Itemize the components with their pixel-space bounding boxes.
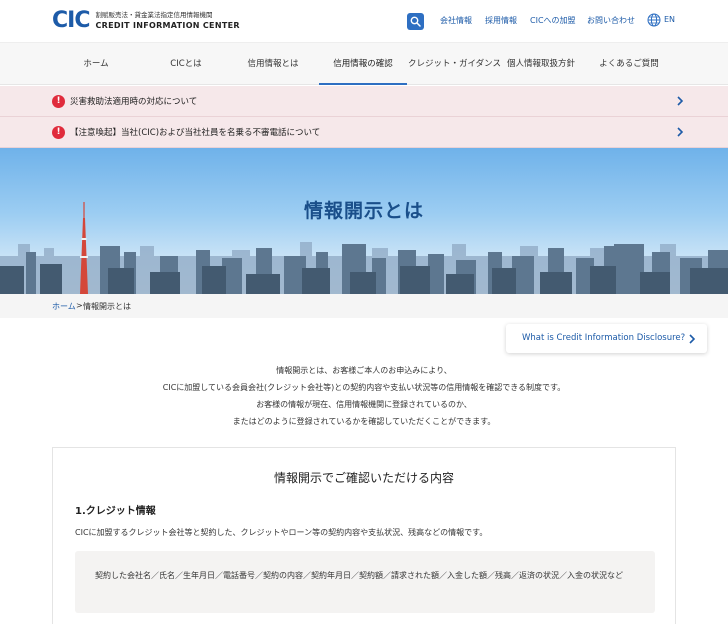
section-items-text: 契約した会社名／氏名／生年月日／電話番号／契約の内容／契約年月日／契約額／請求さ… xyxy=(95,571,623,580)
util-link-recruit[interactable]: 採用情報 xyxy=(485,15,517,26)
nav-credit-guidance[interactable]: クレジット・ガイダンス xyxy=(408,43,501,85)
card-title: 情報開示でご確認いただける内容 xyxy=(273,471,454,485)
chevron-right-icon xyxy=(677,127,684,137)
cic-logo[interactable]: CIC 割賦販売法・貸金業法指定信用情報機関 CREDIT INFORMATIO… xyxy=(52,9,240,33)
english-page-button[interactable]: What is Credit Information Disclosure? xyxy=(506,324,707,353)
english-page-label: What is Credit Information Disclosure? xyxy=(522,333,686,343)
breadcrumb-home[interactable]: ホーム xyxy=(52,301,76,312)
notice-text: 災害救助法適用時の対応について xyxy=(70,97,198,107)
hero-banner: 情報開示とは xyxy=(0,148,728,294)
search-icon xyxy=(410,16,421,27)
intro-text: 情報開示とは、お客様ご本人のお申込みにより、 CICに加盟している会員会社(クレ… xyxy=(0,362,728,430)
chevron-right-icon xyxy=(689,334,696,344)
globe-icon xyxy=(647,13,661,27)
intro-line: 情報開示とは、お客様ご本人のお申込みにより、 xyxy=(276,366,452,375)
intro-line: お客様の情報が現在、信用情報機関に登録されているのか、 xyxy=(256,400,472,409)
section-title-credit-info: 1.クレジット情報 xyxy=(75,506,156,517)
disclosure-contents-card: 情報開示でご確認いただける内容 1.クレジット情報 CICに加盟するクレジット会… xyxy=(52,447,676,624)
logo-mark: CIC xyxy=(52,8,90,33)
page-title: 情報開示とは xyxy=(303,200,424,222)
alert-icon: ! xyxy=(52,95,65,108)
breadcrumb-separator: > xyxy=(76,301,83,310)
breadcrumb: ホーム > 情報開示とは xyxy=(0,294,728,318)
alert-icon: ! xyxy=(52,126,65,139)
chevron-right-icon xyxy=(677,96,684,106)
notice-disaster[interactable]: ! 災害救助法適用時の対応について xyxy=(0,86,728,117)
util-link-membership[interactable]: CICへの加盟 xyxy=(530,15,576,26)
nav-privacy-policy[interactable]: 個人情報取扱方針 xyxy=(502,43,580,85)
nav-credit-info[interactable]: 信用情報とは xyxy=(237,43,309,85)
site-header: CIC 割賦販売法・貸金業法指定信用情報機関 CREDIT INFORMATIO… xyxy=(0,0,728,42)
util-link-company[interactable]: 会社情報 xyxy=(440,15,472,26)
breadcrumb-current: 情報開示とは xyxy=(83,302,131,311)
nav-about-cic[interactable]: CICとは xyxy=(150,43,222,85)
util-link-contact[interactable]: お問い合わせ xyxy=(587,15,635,26)
section-description: CICに加盟するクレジット会社等と契約した、クレジットやローン等の契約内容や支払… xyxy=(75,528,488,537)
section-items-box: 契約した会社名／氏名／生年月日／電話番号／契約の内容／契約年月日／契約額／請求さ… xyxy=(75,551,655,613)
intro-line: またはどのように登録されているかを確認していただくことができます。 xyxy=(232,417,496,426)
nav-home[interactable]: ホーム xyxy=(60,43,132,85)
intro-line: CICに加盟している会員会社(クレジット会社等)との契約内容や支払い状況等の信用… xyxy=(162,383,566,392)
nav-faq[interactable]: よくあるご質問 xyxy=(590,43,668,85)
logo-subtitle: 割賦販売法・貸金業法指定信用情報機関 xyxy=(95,11,213,19)
logo-english-name: CREDIT INFORMATION CENTER xyxy=(95,21,240,30)
notice-text: 【注意喚起】当社(CIC)および当社社員を名乗る不審電話について xyxy=(70,128,321,138)
nav-credit-check[interactable]: 信用情報の確認 xyxy=(319,43,407,85)
search-button[interactable] xyxy=(407,13,424,30)
notice-suspicious-calls[interactable]: ! 【注意喚起】当社(CIC)および当社社員を名乗る不審電話について xyxy=(0,117,728,148)
language-switch-en[interactable]: EN xyxy=(664,15,675,24)
main-nav: ホーム CICとは 信用情報とは 信用情報の確認 クレジット・ガイダンス 個人情… xyxy=(0,42,728,85)
